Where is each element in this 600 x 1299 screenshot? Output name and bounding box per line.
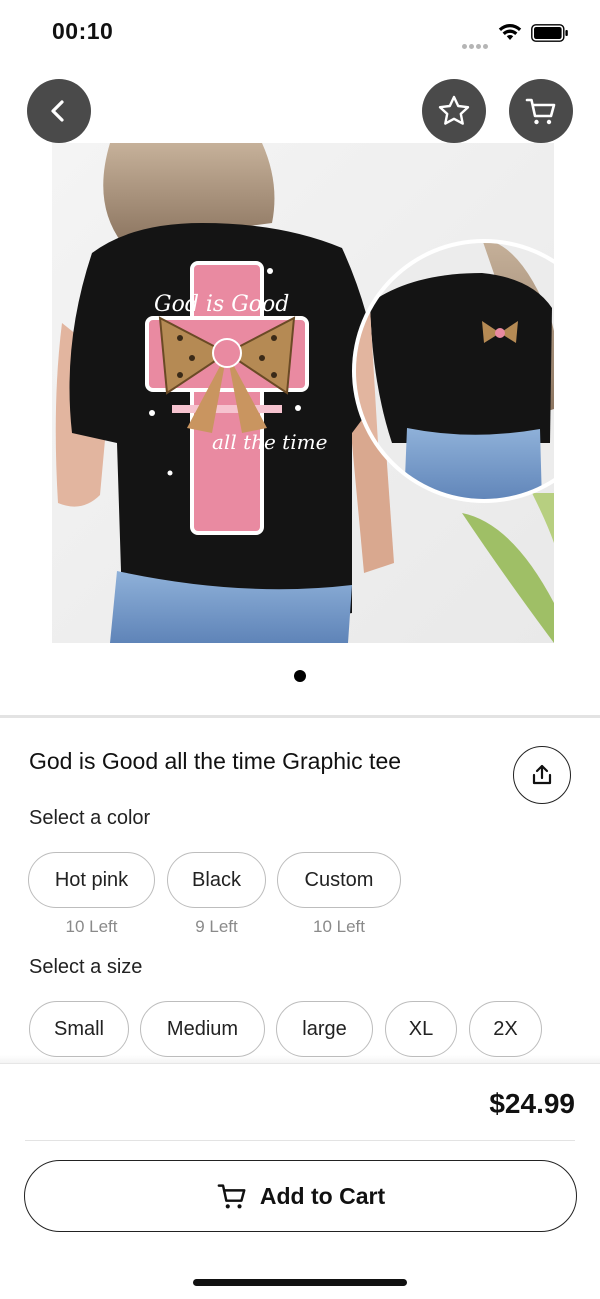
battery-icon: [531, 24, 568, 42]
chevron-left-icon: [51, 100, 64, 122]
status-time: 00:10: [52, 18, 114, 44]
select-color-label: Select a color: [29, 807, 151, 829]
image-pager[interactable]: [0, 670, 600, 684]
star-icon: [438, 95, 470, 125]
size-option-large[interactable]: large: [276, 1001, 373, 1057]
add-to-cart-button[interactable]: Add to Cart: [24, 1160, 577, 1232]
share-button[interactable]: [513, 746, 571, 804]
favorite-button[interactable]: [422, 79, 486, 143]
stock-custom: 10 Left: [313, 917, 365, 936]
status-bar: 00:10: [0, 0, 600, 66]
size-option-small[interactable]: Small: [29, 1001, 129, 1057]
stock-black: 9 Left: [195, 917, 238, 936]
size-option-medium[interactable]: Medium: [140, 1001, 265, 1057]
stock-hot-pink: 10 Left: [65, 917, 118, 936]
share-icon: [532, 764, 552, 785]
color-option-black[interactable]: Black: [167, 852, 266, 908]
cart-icon: [217, 1184, 246, 1209]
divider: [25, 1140, 575, 1141]
cart-button[interactable]: [509, 79, 573, 143]
home-indicator[interactable]: [193, 1279, 407, 1286]
color-option-custom[interactable]: Custom: [277, 852, 401, 908]
select-size-label: Select a size: [29, 956, 143, 978]
print-text-bottom: all the time: [212, 430, 327, 454]
color-option-hot-pink[interactable]: Hot pink: [28, 852, 155, 908]
product-title: God is Good all the time Graphic tee: [29, 748, 402, 774]
wifi-icon: [498, 24, 522, 40]
cart-icon: [525, 98, 556, 125]
size-option-2x[interactable]: 2X: [469, 1001, 542, 1057]
product-price: $24.99: [489, 1088, 575, 1119]
add-to-cart-label: Add to Cart: [259, 1182, 386, 1209]
back-button[interactable]: [27, 79, 91, 143]
pager-dot-active[interactable]: [294, 670, 306, 682]
divider: [0, 715, 600, 718]
product-photo: God is Good all the time: [52, 143, 554, 643]
product-image[interactable]: God is Good all the time: [52, 143, 554, 643]
signal-dots-icon: [462, 36, 490, 49]
size-option-xl[interactable]: XL: [385, 1001, 457, 1057]
print-text-top: God is Good: [154, 292, 289, 317]
